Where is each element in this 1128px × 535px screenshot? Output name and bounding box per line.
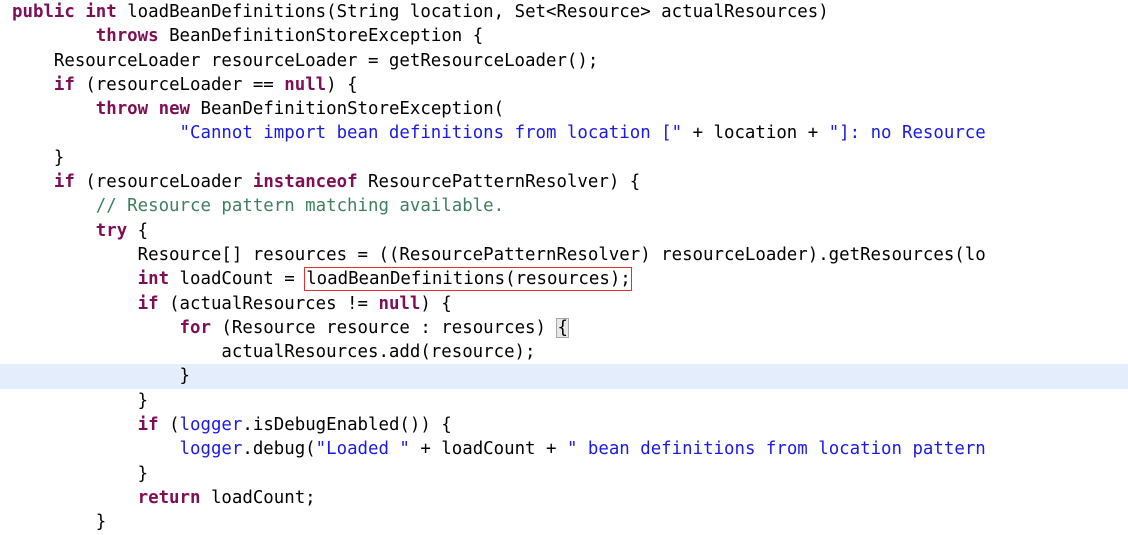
code-line[interactable]: } (0, 364, 1128, 389)
code-line[interactable]: if (actualResources != null) { (0, 292, 1128, 316)
code-line[interactable]: "Cannot import bean definitions from loc… (0, 121, 1128, 145)
code-line[interactable]: if (resourceLoader == null) { (0, 73, 1128, 97)
code-line[interactable]: for (Resource resource : resources) { (0, 316, 1128, 340)
code-token: } (12, 390, 149, 411)
code-token: + location + (682, 123, 829, 144)
code-string: "Loaded " (315, 439, 410, 460)
code-editor-viewport[interactable]: public int loadBeanDefinitions(String lo… (0, 0, 1128, 533)
code-keyword: throws (95, 26, 159, 47)
code-token: (actualResources != (158, 293, 379, 314)
code-line[interactable]: logger.debug("Loaded " + loadCount + " b… (0, 437, 1128, 461)
code-line[interactable]: } (0, 510, 1128, 534)
code-line[interactable]: if (logger.isDebugEnabled()) { (0, 413, 1128, 437)
code-token: loadBeanDefinitions(String location, Set… (116, 2, 829, 22)
code-string: "Cannot import bean definitions from loc… (179, 123, 683, 144)
code-token: loadCount; (200, 487, 316, 508)
code-line[interactable]: Resource[] resources = ((ResourcePattern… (0, 243, 1128, 267)
code-line[interactable]: // Resource pattern matching available. (0, 194, 1128, 218)
code-token: { (127, 220, 149, 241)
code-keyword: try (95, 220, 128, 241)
code-keyword: if (137, 293, 159, 314)
code-token: (Resource resource : resources) (210, 317, 557, 338)
code-keyword: throw (95, 99, 149, 120)
code-token: + loadCount + (409, 439, 567, 460)
code-line[interactable]: ResourceLoader resourceLoader = getResou… (0, 49, 1128, 73)
code-token: ) { (420, 293, 452, 314)
code-field: logger (179, 415, 243, 436)
code-token: ( (158, 415, 180, 436)
code-keyword: if (53, 172, 75, 193)
code-text-area[interactable]: public int loadBeanDefinitions(String lo… (0, 0, 1128, 535)
code-token: } (12, 366, 190, 387)
code-line[interactable]: } (0, 146, 1128, 170)
code-token: Resource[] resources = ((ResourcePattern… (12, 244, 986, 265)
code-token: (resourceLoader == (74, 74, 285, 95)
code-line[interactable]: public int loadBeanDefinitions(String lo… (0, 0, 1128, 24)
code-string: " bean definitions from location pattern (566, 439, 986, 460)
code-keyword: if (53, 74, 75, 95)
code-token: ResourcePatternResolver) { (357, 172, 641, 193)
code-token: ResourceLoader resourceLoader = getResou… (12, 50, 599, 71)
code-token: ) { (326, 74, 358, 95)
code-token: .isDebugEnabled()) { (242, 415, 452, 436)
code-token: } (12, 147, 65, 168)
code-keyword: if (137, 415, 159, 436)
code-line[interactable]: throw new BeanDefinitionStoreException( (0, 97, 1128, 121)
code-field: logger (179, 439, 243, 460)
code-line[interactable]: if (resourceLoader instanceof ResourcePa… (0, 170, 1128, 194)
code-token: (resourceLoader (74, 172, 253, 193)
code-line[interactable]: int loadCount = loadBeanDefinitions(reso… (0, 267, 1128, 292)
code-line[interactable]: return loadCount; (0, 486, 1128, 510)
code-line[interactable]: } (0, 389, 1128, 413)
code-token: .debug( (242, 439, 316, 460)
code-token: loadCount = (169, 269, 306, 290)
code-token: } (12, 512, 107, 533)
code-token: BeanDefinitionStoreException( (190, 99, 505, 120)
code-keyword: return (137, 487, 201, 508)
code-line[interactable]: actualResources.add(resource); (0, 340, 1128, 364)
search-match-highlight[interactable]: loadBeanDefinitions(resources); (304, 267, 632, 292)
code-token: } (12, 463, 149, 484)
code-token: actualResources.add(resource); (12, 342, 536, 363)
code-line[interactable]: throws BeanDefinitionStoreException { (0, 24, 1128, 48)
code-keyword: new (158, 99, 191, 120)
code-line[interactable]: } (0, 462, 1128, 486)
code-token: BeanDefinitionStoreException { (158, 26, 484, 47)
code-keyword: int (85, 2, 117, 22)
code-keyword: instanceof (252, 172, 358, 193)
bracket-match-highlight[interactable]: { (556, 317, 569, 338)
code-keyword: null (378, 293, 421, 314)
code-keyword: int (137, 269, 170, 290)
code-string: "]: no Resource (828, 123, 986, 144)
code-comment: // Resource pattern matching available. (95, 196, 505, 217)
code-keyword: for (179, 317, 211, 338)
code-keyword: null (284, 74, 327, 95)
code-line[interactable]: try { (0, 219, 1128, 243)
code-keyword: public (12, 2, 75, 22)
